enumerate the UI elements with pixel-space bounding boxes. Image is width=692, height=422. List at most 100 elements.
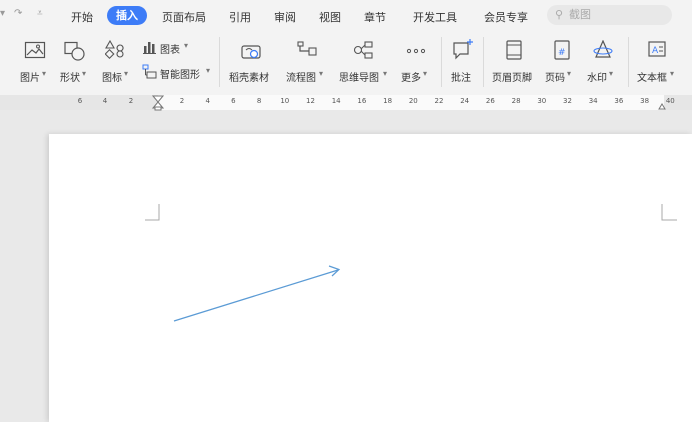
- ruler-tick-label: 34: [588, 97, 598, 105]
- indent-marker-icon[interactable]: [152, 95, 164, 111]
- page-number-label: 页码: [545, 73, 565, 84]
- textbox-icon: A: [648, 41, 666, 57]
- chart-icon: [143, 42, 156, 54]
- header-footer-label: 页眉页脚: [492, 73, 532, 84]
- ruler-tick-label: 18: [383, 97, 393, 105]
- page-number-dropdown-icon[interactable]: ▾: [567, 69, 571, 78]
- ruler-tick-label: 6: [77, 97, 83, 105]
- ruler-tick-label: 40: [665, 97, 675, 105]
- picture-icon: [24, 41, 46, 59]
- more-label: 更多: [401, 73, 421, 84]
- page-number-button[interactable]: # 页码 ▾: [545, 31, 583, 91]
- more-dropdown-icon[interactable]: ▾: [423, 69, 427, 78]
- menu-tab-chapter[interactable]: 章节: [364, 9, 386, 25]
- flowchart-button[interactable]: 流程图 ▾: [286, 31, 336, 91]
- search-placeholder: 截图: [569, 8, 591, 21]
- menu-tab-view[interactable]: 视图: [319, 9, 341, 25]
- textbox-dropdown-icon[interactable]: ▾: [670, 69, 674, 78]
- smart-graphic-icon: [142, 64, 157, 79]
- ruler-tick-label: 26: [485, 97, 495, 105]
- ruler-tick-label: 6: [231, 97, 236, 105]
- mindmap-dropdown-icon[interactable]: ▾: [383, 69, 387, 78]
- ruler-tick-label: 20: [408, 97, 418, 105]
- watermark-icon: [593, 40, 613, 58]
- material-icon: [241, 45, 261, 59]
- menu-tab-references[interactable]: 引用: [229, 9, 251, 25]
- menu-tab-home[interactable]: 开始: [71, 9, 93, 25]
- picture-dropdown-icon[interactable]: ▾: [42, 69, 46, 78]
- ruler-tick-label: 2: [128, 97, 134, 105]
- menu-tab-developer-tools[interactable]: 开发工具: [413, 9, 457, 25]
- ruler-tick-label: 16: [357, 97, 367, 105]
- ribbon-separator: [219, 37, 220, 87]
- ruler-tick-label: 28: [511, 97, 521, 105]
- smart-graphic-button[interactable]: 智能图形 ▾: [142, 64, 218, 82]
- horizontal-ruler[interactable]: 6422468101214161820222426283032343638404: [0, 95, 692, 111]
- picture-button[interactable]: 图片 ▾: [20, 31, 60, 91]
- search-box[interactable]: ⚲ 截图: [547, 5, 672, 25]
- arrow-drawing: [173, 265, 341, 322]
- material-label: 稻壳素材: [229, 73, 269, 84]
- textbox-button[interactable]: A 文本框 ▾: [637, 31, 692, 91]
- svg-text:#: #: [558, 48, 566, 58]
- comment-button[interactable]: 批注: [450, 31, 478, 91]
- chart-dropdown-icon[interactable]: ▾: [184, 41, 188, 50]
- menu-tab-page-layout[interactable]: 页面布局: [162, 9, 206, 25]
- textbox-label: 文本框: [637, 73, 667, 84]
- ruler-tick-label: 24: [460, 97, 470, 105]
- shapes-button[interactable]: 形状 ▾: [60, 31, 100, 91]
- dropdown-arrow-icon[interactable]: ▾: [0, 8, 5, 19]
- search-icon: ⚲: [555, 8, 564, 21]
- watermark-button[interactable]: 水印 ▾: [587, 31, 625, 91]
- menu-tab-member[interactable]: 会员专享: [484, 9, 528, 25]
- ruler-tick-label: 14: [331, 97, 341, 105]
- watermark-dropdown-icon[interactable]: ▾: [609, 69, 613, 78]
- redo-icon[interactable]: ↷: [14, 8, 22, 19]
- icons-icon: [105, 40, 124, 60]
- right-indent-marker-icon[interactable]: [657, 97, 667, 110]
- picture-label: 图片: [20, 73, 40, 84]
- header-footer-icon: [506, 40, 522, 60]
- svg-text:A: A: [652, 46, 659, 56]
- flowchart-dropdown-icon[interactable]: ▾: [319, 69, 323, 78]
- ruler-tick-label: 30: [537, 97, 547, 105]
- customize-quick-access-icon[interactable]: ⩡: [37, 8, 43, 19]
- document-page[interactable]: [49, 134, 692, 422]
- ribbon-toolbar: 图片 ▾ 形状 ▾ 图标 ▾ 图表 ▾ 智能图形 ▾ 稻壳素材 流程图 ▾ 思维…: [0, 31, 692, 96]
- shapes-label: 形状: [60, 73, 80, 84]
- menu-bar: ▾ ↷ ⩡ 开始 插入 页面布局 引用 审阅 视图 章节 开发工具 会员专享 ⚲…: [0, 0, 692, 31]
- ribbon-separator: [441, 37, 442, 87]
- chart-button[interactable]: 图表 ▾: [142, 39, 202, 57]
- smart-graphic-label: 智能图形: [160, 70, 200, 81]
- shapes-dropdown-icon[interactable]: ▾: [82, 69, 86, 78]
- mindmap-icon: [353, 41, 373, 59]
- ruler-tick-label: 32: [563, 97, 572, 105]
- ruler-tick-label: 2: [179, 97, 185, 105]
- mindmap-button[interactable]: 思维导图 ▾: [339, 31, 397, 91]
- ruler-tick-label: 4: [102, 97, 108, 105]
- ruler-tick-label: 4: [205, 97, 210, 105]
- header-footer-button[interactable]: 页眉页脚: [492, 31, 540, 91]
- menu-tab-insert[interactable]: 插入: [107, 6, 147, 25]
- ruler-tick-label: 12: [306, 97, 315, 105]
- more-button[interactable]: 更多 ▾: [401, 31, 437, 91]
- flowchart-icon: [297, 41, 317, 56]
- material-button[interactable]: 稻壳素材: [229, 31, 277, 91]
- ruler-tick-label: 8: [256, 97, 262, 105]
- ruler-tick-label: 22: [434, 97, 444, 105]
- ruler-tick-label: 38: [640, 97, 650, 105]
- ribbon-separator: [483, 37, 484, 87]
- icons-dropdown-icon[interactable]: ▾: [124, 69, 128, 78]
- menu-tab-review[interactable]: 审阅: [274, 9, 296, 25]
- flowchart-label: 流程图: [286, 73, 316, 84]
- icons-button[interactable]: 图标 ▾: [102, 31, 140, 91]
- more-icon: [406, 48, 426, 54]
- smart-graphic-dropdown-icon[interactable]: ▾: [206, 66, 210, 75]
- ribbon-separator: [628, 37, 629, 87]
- watermark-label: 水印: [587, 73, 607, 84]
- arrow-shape[interactable]: [173, 269, 339, 322]
- comment-label: 批注: [451, 73, 471, 84]
- ruler-tick-label: 10: [280, 97, 290, 105]
- chart-label: 图表: [160, 45, 180, 56]
- page-number-icon: #: [554, 40, 570, 60]
